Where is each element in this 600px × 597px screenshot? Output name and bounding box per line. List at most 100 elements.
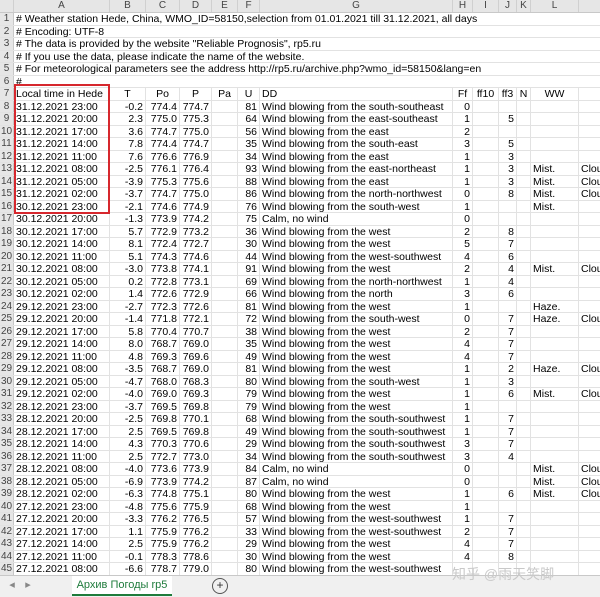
cell[interactable]: 772.9 (180, 288, 212, 300)
cell[interactable]: 768.0 (146, 375, 180, 387)
cell[interactable]: 72 (238, 313, 260, 325)
cell[interactable]: 76 (238, 200, 260, 212)
cell[interactable]: 774.4 (146, 100, 180, 112)
add-sheet-icon[interactable]: + (212, 578, 228, 594)
cell[interactable]: 7.8 (110, 138, 146, 150)
cell[interactable]: 773.8 (146, 263, 180, 275)
cell[interactable]: 3 (499, 375, 517, 387)
cell[interactable] (531, 325, 579, 337)
meta-text[interactable]: # If you use the data, please indicate t… (16, 51, 304, 64)
row-number[interactable]: 14 (0, 175, 14, 187)
column-header-d[interactable]: D (180, 0, 212, 12)
cell[interactable] (212, 300, 238, 312)
cell[interactable] (517, 450, 531, 462)
row-number[interactable]: 37 (0, 463, 14, 475)
column-header-f[interactable]: F (238, 0, 260, 12)
cell[interactable] (212, 500, 238, 512)
cell[interactable] (517, 338, 531, 350)
column-header-a[interactable]: A (14, 0, 110, 12)
cell[interactable] (473, 463, 499, 475)
cell[interactable]: 775.0 (180, 188, 212, 200)
cell[interactable] (473, 413, 499, 425)
cell[interactable] (517, 525, 531, 537)
cell[interactable]: 3 (499, 150, 517, 162)
row-number[interactable]: 28 (0, 350, 14, 362)
cell[interactable]: -2.5 (110, 163, 146, 175)
row-number[interactable]: 27 (0, 338, 14, 350)
cell[interactable]: 2 (499, 363, 517, 375)
cell[interactable]: 768.7 (146, 338, 180, 350)
cell[interactable] (579, 376, 600, 388)
cell[interactable] (517, 163, 531, 175)
cell[interactable]: 771.8 (146, 313, 180, 325)
cell[interactable]: 775.6 (146, 500, 180, 512)
cell[interactable]: 80 (238, 488, 260, 500)
cell[interactable] (473, 313, 499, 325)
cell[interactable]: 64 (238, 113, 260, 125)
cell[interactable]: 772.8 (146, 275, 180, 287)
cell[interactable]: Calm, no wind (260, 213, 453, 225)
cell[interactable] (212, 263, 238, 275)
cell[interactable] (517, 113, 531, 125)
cell[interactable]: 8.1 (110, 238, 146, 250)
cell[interactable]: 1 (453, 375, 473, 387)
cell[interactable] (212, 463, 238, 475)
meta-text[interactable]: # (16, 76, 22, 89)
cell[interactable] (531, 400, 579, 412)
cell[interactable]: 776.2 (146, 513, 180, 525)
row-number[interactable]: 36 (0, 450, 14, 462)
cell[interactable]: ff10 (473, 88, 499, 100)
cell[interactable] (517, 488, 531, 500)
cell[interactable]: 769.0 (180, 338, 212, 350)
cell[interactable] (531, 438, 579, 450)
cell[interactable]: Wind blowing from the west (260, 400, 453, 412)
cell[interactable] (473, 263, 499, 275)
cell[interactable]: Wind blowing from the east-northeast (260, 163, 453, 175)
cell[interactable] (531, 350, 579, 362)
cell[interactable]: 4 (499, 275, 517, 287)
cell[interactable]: 2.5 (110, 450, 146, 462)
cell[interactable]: 4 (453, 538, 473, 550)
cell[interactable]: 1 (453, 275, 473, 287)
cell[interactable]: 1 (453, 413, 473, 425)
cell[interactable]: 8.0 (110, 338, 146, 350)
cell[interactable] (579, 113, 600, 125)
row-number[interactable]: 12 (0, 150, 14, 162)
cell[interactable]: 774.1 (180, 263, 212, 275)
cell[interactable] (473, 325, 499, 337)
cell[interactable]: Clou (579, 176, 600, 187)
cell[interactable]: 2.3 (110, 113, 146, 125)
cell[interactable] (517, 425, 531, 437)
cell[interactable]: 1 (453, 150, 473, 162)
cell[interactable]: 4 (453, 350, 473, 362)
cell[interactable]: -3.5 (110, 363, 146, 375)
cell[interactable]: 57 (238, 513, 260, 525)
cell[interactable]: 28.12.2021 11:00 (14, 450, 110, 462)
cell[interactable]: Wind blowing from the west (260, 550, 453, 562)
cell[interactable]: 773.6 (146, 463, 180, 475)
cell[interactable]: 8 (499, 550, 517, 562)
cell[interactable]: 3 (499, 163, 517, 175)
cell[interactable] (579, 226, 600, 238)
cell[interactable]: 2.5 (110, 538, 146, 550)
cell[interactable]: 778.3 (146, 550, 180, 562)
cell[interactable]: 30.12.2021 17:00 (14, 225, 110, 237)
meta-text[interactable]: # Weather station Hede, China, WMO_ID=58… (16, 13, 477, 26)
cell[interactable] (531, 538, 579, 550)
cell[interactable]: -3.7 (110, 188, 146, 200)
cell[interactable]: Wind blowing from the west (260, 263, 453, 275)
row-number[interactable]: 43 (0, 538, 14, 550)
cell[interactable]: Calm, no wind (260, 463, 453, 475)
cell[interactable]: 8 (499, 188, 517, 200)
cell[interactable]: 31.12.2021 23:00 (14, 100, 110, 112)
cell[interactable] (517, 188, 531, 200)
cell[interactable]: 773.1 (180, 275, 212, 287)
cell[interactable] (212, 438, 238, 450)
cell[interactable] (517, 413, 531, 425)
cell[interactable] (579, 276, 600, 288)
cell[interactable] (212, 163, 238, 175)
cell[interactable]: Wind blowing from the south-southeast (260, 100, 453, 112)
cell[interactable]: 769.0 (180, 363, 212, 375)
cell[interactable]: 86 (238, 188, 260, 200)
cell[interactable] (579, 251, 600, 263)
